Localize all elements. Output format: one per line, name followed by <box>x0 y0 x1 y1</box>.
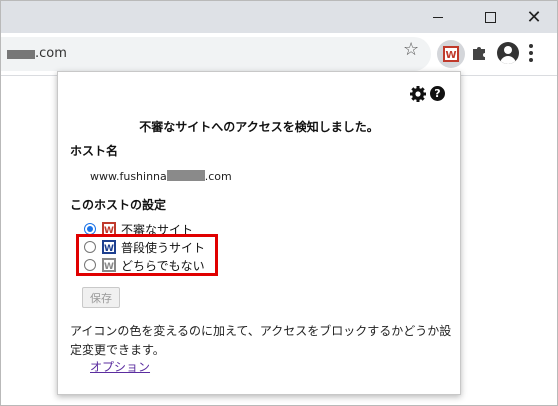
host-prefix: www.fushinna <box>90 170 167 183</box>
settings-heading: このホストの設定 <box>70 198 167 212</box>
maximize-icon <box>484 11 496 23</box>
url-redaction <box>7 50 35 59</box>
svg-text:W: W <box>445 50 456 61</box>
extension-button[interactable]: W <box>437 40 465 68</box>
host-suffix: .com <box>204 170 232 183</box>
browser-window: ✕ .com ☆ W ? 不審なサイトへのアクセスを検知しました。 ホスト名 w… <box>0 0 558 406</box>
address-bar[interactable]: .com <box>1 37 431 71</box>
host-heading: ホスト名 <box>70 144 119 158</box>
menu-icon[interactable] <box>529 44 533 64</box>
popup-title: 不審なサイトへのアクセスを検知しました。 <box>139 120 379 134</box>
maximize-button[interactable] <box>467 1 513 33</box>
save-button[interactable]: 保存 <box>82 287 120 308</box>
host-name: www.fushinna .com <box>90 170 232 183</box>
extension-icon: W <box>443 46 459 62</box>
title-bar: ✕ <box>1 1 557 33</box>
star-icon[interactable]: ☆ <box>403 39 419 60</box>
close-button[interactable]: ✕ <box>511 1 557 33</box>
browser-toolbar: .com ☆ W <box>1 33 557 76</box>
description-text: アイコンの色を変えるのに加えて、アクセスをブロックするかどうか設定変更できます。 <box>70 324 452 357</box>
options-link[interactable]: オプション <box>90 358 150 375</box>
profile-icon[interactable] <box>497 42 519 64</box>
puzzle-icon[interactable] <box>471 44 487 60</box>
url-text: .com <box>35 46 67 61</box>
gear-icon[interactable] <box>410 86 426 102</box>
host-redaction <box>166 170 205 181</box>
help-icon[interactable]: ? <box>430 86 445 101</box>
minimize-icon <box>433 16 443 18</box>
close-icon: ✕ <box>526 6 542 28</box>
minimize-button[interactable] <box>415 1 461 33</box>
extension-popup: ? 不審なサイトへのアクセスを検知しました。 ホスト名 www.fushinna… <box>57 71 461 395</box>
highlight-box <box>76 234 218 276</box>
